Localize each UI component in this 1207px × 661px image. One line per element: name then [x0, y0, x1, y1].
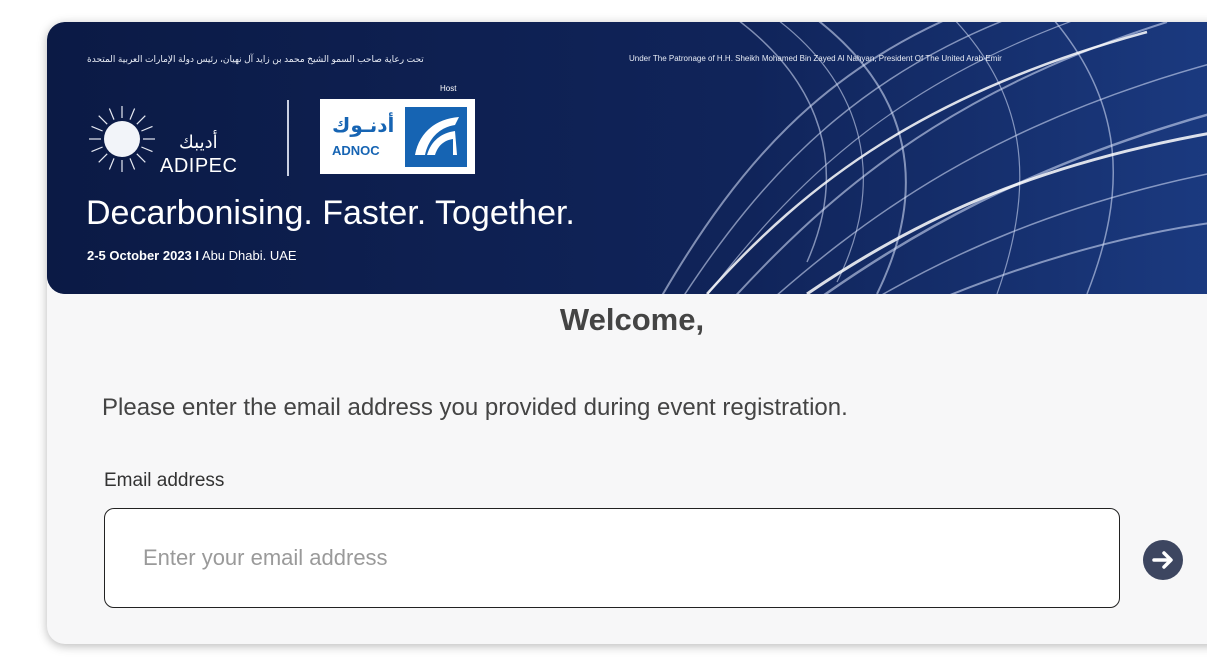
event-location: Abu Dhabi. UAE [201, 248, 297, 263]
login-card: تحت رعاية صاحب السمو الشيخ محمد بن زايد … [47, 22, 1207, 644]
adnoc-logo-text: ADNOC [332, 143, 380, 158]
event-dates-bold: 2-5 October 2023 I [87, 248, 199, 263]
adnoc-logo: أدنـوك ADNOC [320, 99, 475, 174]
host-label: Host [440, 84, 457, 93]
adnoc-falcon-icon [405, 107, 467, 167]
patronage-text-english: Under The Patronage of H.H. Sheikh Moham… [629, 54, 1002, 63]
arrow-right-icon [1152, 551, 1173, 569]
patronage-text-arabic: تحت رعاية صاحب السمو الشيخ محمد بن زايد … [87, 54, 424, 64]
event-tagline: Decarbonising. Faster. Together. [86, 194, 575, 232]
instruction-text: Please enter the email address you provi… [102, 394, 848, 421]
adnoc-logo-arabic: أدنـوك [332, 115, 395, 137]
email-input[interactable] [104, 508, 1120, 608]
event-banner: تحت رعاية صاحب السمو الشيخ محمد بن زايد … [47, 22, 1207, 294]
event-dates: 2-5 October 2023 I Abu Dhabi. UAE [87, 248, 297, 263]
adipec-logo-arabic: أديبك [179, 132, 218, 152]
adipec-logo-text: ADIPEC [160, 155, 238, 177]
submit-button[interactable] [1143, 540, 1183, 580]
email-label: Email address [104, 470, 225, 491]
welcome-heading: Welcome, [559, 302, 705, 337]
logo-divider [287, 100, 289, 176]
adipec-logo-icon [89, 106, 155, 172]
